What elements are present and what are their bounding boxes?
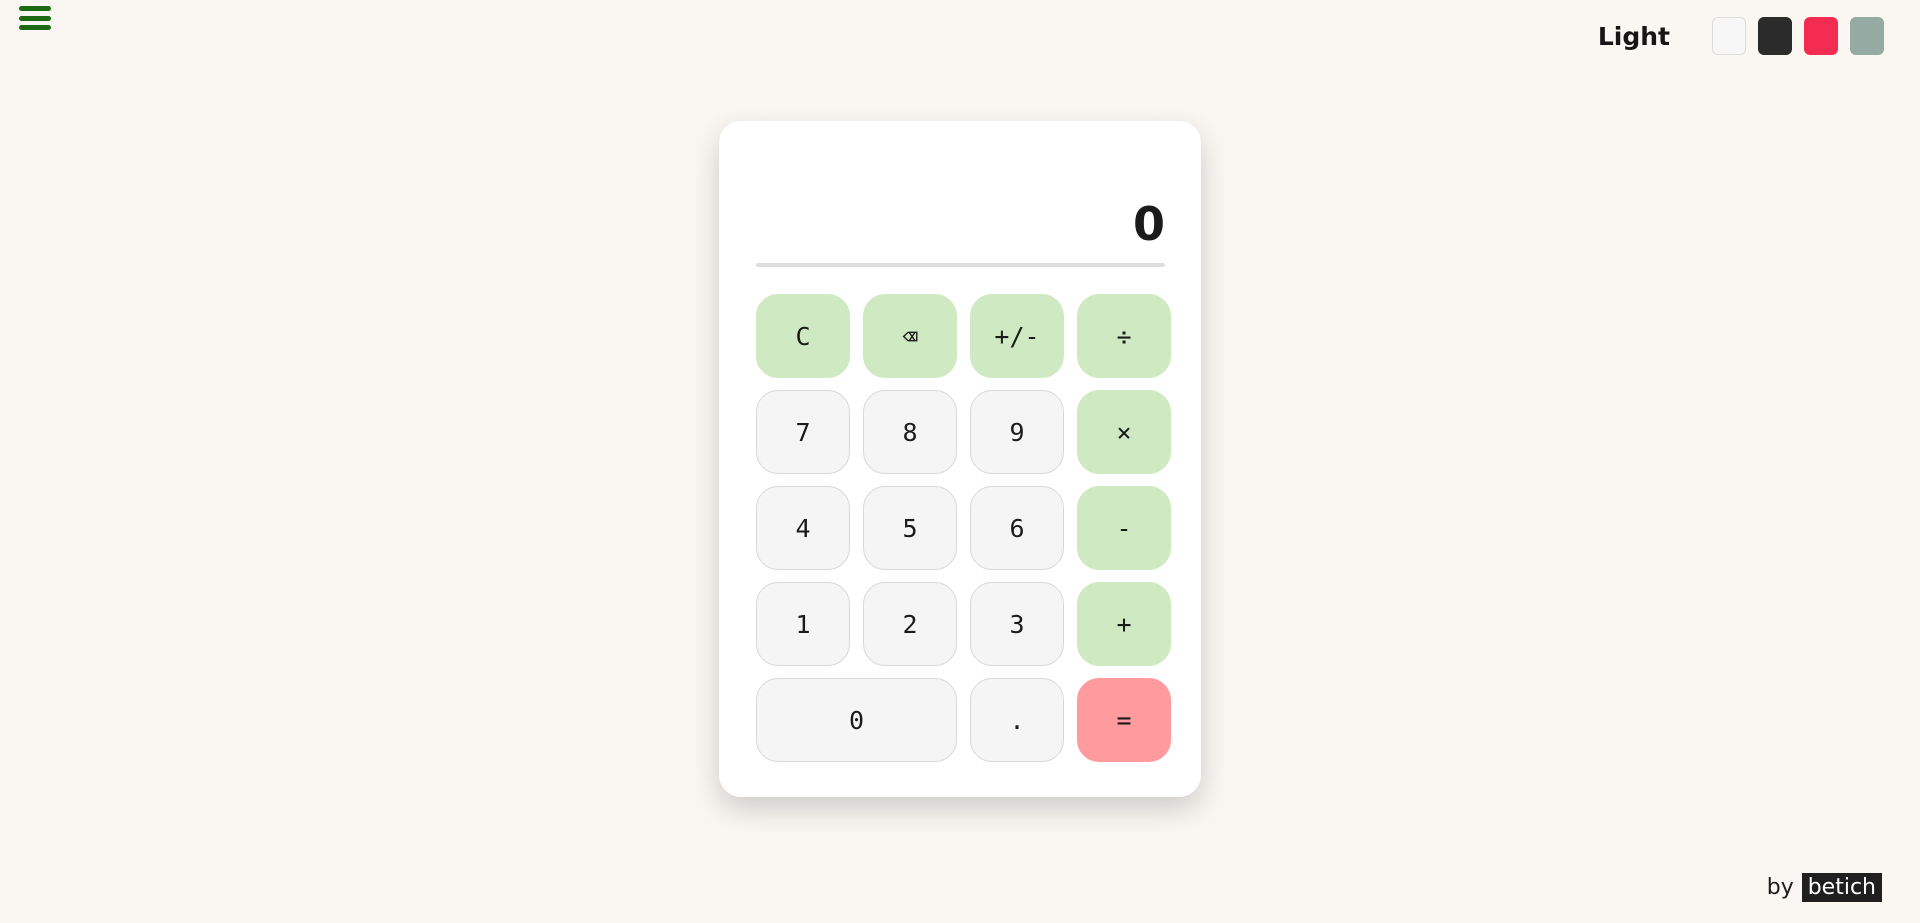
menu-bar <box>19 25 51 30</box>
menu-bar <box>19 15 51 21</box>
negate-button[interactable]: +/- <box>970 294 1064 378</box>
digit-0-button[interactable]: 0 <box>756 678 957 762</box>
add-button[interactable]: + <box>1077 582 1171 666</box>
credit-by-text: by <box>1766 875 1794 900</box>
digit-7-button[interactable]: 7 <box>756 390 850 474</box>
digit-1-button[interactable]: 1 <box>756 582 850 666</box>
digit-2-button[interactable]: 2 <box>863 582 957 666</box>
hamburger-menu-icon[interactable] <box>18 4 52 32</box>
digit-5-button[interactable]: 5 <box>863 486 957 570</box>
digit-6-button[interactable]: 6 <box>970 486 1064 570</box>
multiply-button[interactable]: × <box>1077 390 1171 474</box>
decimal-button[interactable]: . <box>970 678 1064 762</box>
theme-swatch-red[interactable] <box>1804 17 1838 55</box>
clear-button[interactable]: C <box>756 294 850 378</box>
calculator: 0 C ⌫ +/- ÷ 7 8 9 × 4 5 6 - 1 2 3 + 0 . … <box>719 121 1201 797</box>
equals-button[interactable]: = <box>1077 678 1171 762</box>
digit-3-button[interactable]: 3 <box>970 582 1064 666</box>
digit-8-button[interactable]: 8 <box>863 390 957 474</box>
author-credit: by betich <box>1767 873 1882 902</box>
backspace-button[interactable]: ⌫ <box>863 294 957 378</box>
theme-swatch-sage[interactable] <box>1850 17 1884 55</box>
digit-4-button[interactable]: 4 <box>756 486 850 570</box>
subtract-button[interactable]: - <box>1077 486 1171 570</box>
calculator-display: 0 <box>1132 197 1165 251</box>
digit-9-button[interactable]: 9 <box>970 390 1064 474</box>
theme-swatch-light[interactable] <box>1712 17 1746 55</box>
author-link[interactable]: betich <box>1801 873 1882 902</box>
theme-label: Light <box>1597 21 1670 51</box>
theme-swatch-dark[interactable] <box>1758 17 1792 55</box>
keypad: C ⌫ +/- ÷ 7 8 9 × 4 5 6 - 1 2 3 + 0 . = <box>756 294 1171 762</box>
menu-bar <box>19 6 51 11</box>
divide-button[interactable]: ÷ <box>1077 294 1171 378</box>
theme-switcher: Light <box>1598 15 1884 57</box>
display-divider <box>756 263 1165 267</box>
